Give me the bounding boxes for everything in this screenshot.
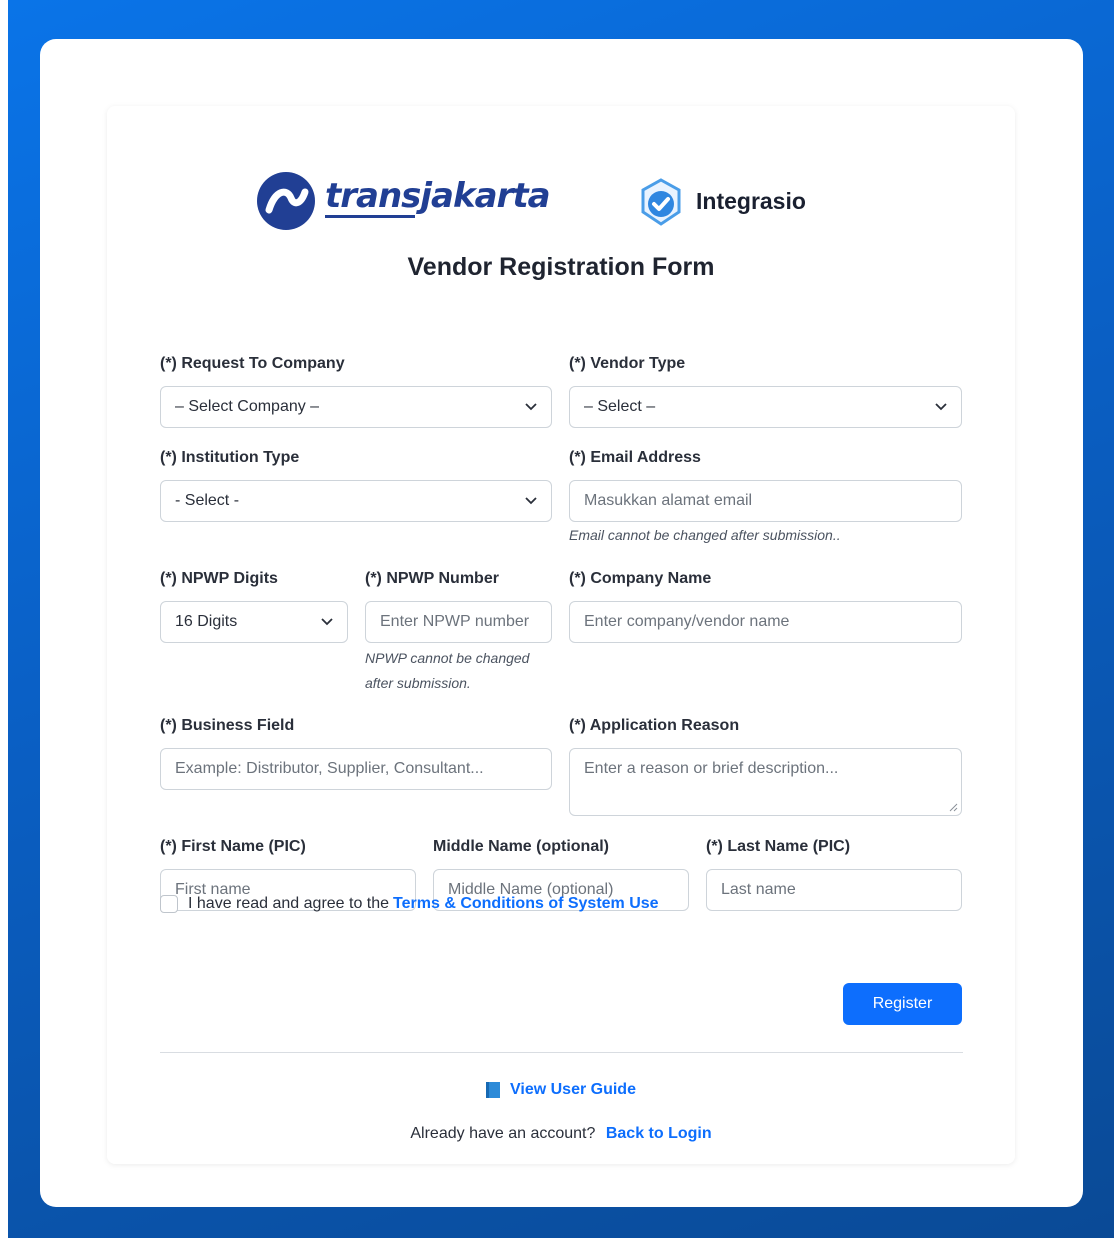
company-name-label: (*) Company Name	[569, 570, 712, 587]
transjakarta-logo-icon	[257, 172, 315, 230]
middle-name-label: Middle Name (optional)	[433, 838, 609, 855]
npwp-number-field: (*) NPWP Number Enter NPWP number NPWP c…	[365, 568, 552, 696]
login-prompt: Already have an account?	[410, 1125, 596, 1142]
terms-link[interactable]: Terms & Conditions of System Use	[393, 895, 659, 913]
page-title: Vendor Registration Form	[407, 253, 715, 281]
registration-card: transjakarta Integrasio Vendor Registrat…	[107, 106, 1015, 1164]
application-reason-placeholder: Enter a reason or brief description...	[584, 760, 839, 777]
terms-text: I have read and agree to the	[188, 895, 390, 912]
transjakarta-logo-text: transjakarta	[325, 176, 551, 216]
page-container: transjakarta Integrasio Vendor Registrat…	[40, 39, 1083, 1207]
left-edge-strip	[0, 0, 8, 1238]
last-name-input[interactable]: Last name	[706, 869, 962, 911]
institution-type-label: (*) Institution Type	[160, 449, 300, 466]
institution-type-select[interactable]: - Select -	[160, 480, 552, 522]
user-guide-row: View User Guide	[107, 1081, 1015, 1099]
transjakarta-logo-underline	[325, 215, 415, 218]
company-name-field: (*) Company Name Enter company/vendor na…	[569, 568, 962, 643]
business-field-placeholder: Example: Distributor, Supplier, Consulta…	[175, 760, 484, 777]
npwp-number-placeholder: Enter NPWP number	[380, 613, 530, 630]
npwp-digits-label: (*) NPWP Digits	[160, 570, 278, 587]
request-company-select[interactable]: – Select Company –	[160, 386, 552, 428]
email-label: (*) Email Address	[569, 449, 701, 466]
institution-type-field: (*) Institution Type - Select -	[160, 447, 552, 522]
npwp-number-input[interactable]: Enter NPWP number	[365, 601, 552, 643]
business-field-field: (*) Business Field Example: Distributor,…	[160, 715, 552, 790]
request-company-field: (*) Request To Company – Select Company …	[160, 353, 552, 428]
application-reason-field: (*) Application Reason Enter a reason or…	[569, 715, 962, 816]
request-company-label: (*) Request To Company	[160, 355, 345, 372]
login-row: Already have an account? Back to Login	[107, 1125, 1015, 1143]
vendor-type-field: (*) Vendor Type – Select –	[569, 353, 962, 428]
divider	[160, 1052, 963, 1053]
company-name-placeholder: Enter company/vendor name	[584, 613, 790, 630]
logo-bar: transjakarta Integrasio	[107, 162, 1015, 232]
npwp-digits-select[interactable]: 16 Digits	[160, 601, 348, 643]
vendor-type-value: – Select –	[584, 398, 656, 415]
npwp-number-hint: NPWP cannot be changed after submission.	[365, 650, 530, 691]
terms-row: I have read and agree to the Terms & Con…	[160, 892, 659, 916]
chevron-down-icon	[525, 497, 537, 505]
terms-checkbox[interactable]	[160, 895, 178, 913]
request-company-value: – Select Company –	[175, 398, 320, 415]
resize-handle-icon[interactable]	[949, 803, 958, 812]
application-reason-label: (*) Application Reason	[569, 717, 740, 734]
view-user-guide-link[interactable]: View User Guide	[510, 1081, 636, 1099]
vendor-type-select[interactable]: – Select –	[569, 386, 962, 428]
back-to-login-link[interactable]: Back to Login	[606, 1125, 712, 1142]
last-name-label: (*) Last Name (PIC)	[706, 838, 851, 855]
email-input[interactable]: Masukkan alamat email	[569, 480, 962, 522]
email-field: (*) Email Address Masukkan alamat email …	[569, 447, 962, 549]
email-hint: Email cannot be changed after submission…	[569, 527, 841, 543]
last-name-field: (*) Last Name (PIC) Last name	[706, 836, 962, 911]
institution-type-value: - Select -	[175, 492, 240, 509]
business-field-input[interactable]: Example: Distributor, Supplier, Consulta…	[160, 748, 552, 790]
chevron-down-icon	[321, 618, 333, 626]
chevron-down-icon	[935, 403, 947, 411]
integrasio-logo-icon	[641, 178, 681, 226]
chevron-down-icon	[525, 403, 537, 411]
company-name-input[interactable]: Enter company/vendor name	[569, 601, 962, 643]
last-name-placeholder: Last name	[721, 881, 796, 898]
book-icon	[486, 1082, 500, 1098]
email-placeholder: Masukkan alamat email	[584, 492, 753, 509]
first-name-label: (*) First Name (PIC)	[160, 838, 306, 855]
register-button[interactable]: Register	[843, 983, 962, 1025]
npwp-number-label: (*) NPWP Number	[365, 570, 499, 587]
npwp-digits-field: (*) NPWP Digits 16 Digits	[160, 568, 348, 643]
application-reason-textarea[interactable]: Enter a reason or brief description...	[569, 748, 962, 816]
business-field-label: (*) Business Field	[160, 717, 295, 734]
vendor-type-label: (*) Vendor Type	[569, 355, 686, 372]
integrasio-logo-text: Integrasio	[696, 188, 806, 214]
npwp-digits-value: 16 Digits	[175, 613, 238, 630]
